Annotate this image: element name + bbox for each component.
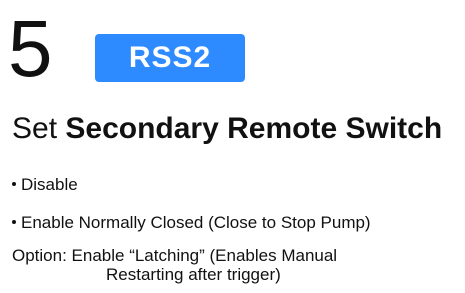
option-latching-line1: Option: Enable “Latching” (Enables Manua… (12, 246, 338, 265)
option-disable-label: Disable (21, 175, 78, 194)
option-enable-normally-closed: Enable Normally Closed (Close to Stop Pu… (12, 212, 371, 234)
bullet-dot-icon (12, 181, 16, 186)
step-number: 5 (8, 4, 52, 93)
option-disable: Disable (12, 174, 78, 196)
bullet-dot-icon (12, 219, 16, 224)
setting-code-badge: RSS2 (95, 34, 245, 82)
instruction-heading: Set Secondary Remote Switch (12, 111, 442, 147)
option-latching-note: Option: Enable “Latching” (Enables Manua… (12, 246, 337, 284)
option-enable-label: Enable Normally Closed (Close to Stop Pu… (21, 213, 371, 232)
option-latching-line2: Restarting after trigger) (106, 265, 281, 284)
heading-emphasis: Secondary Remote Switch (65, 112, 443, 145)
heading-prefix: Set (12, 112, 66, 145)
